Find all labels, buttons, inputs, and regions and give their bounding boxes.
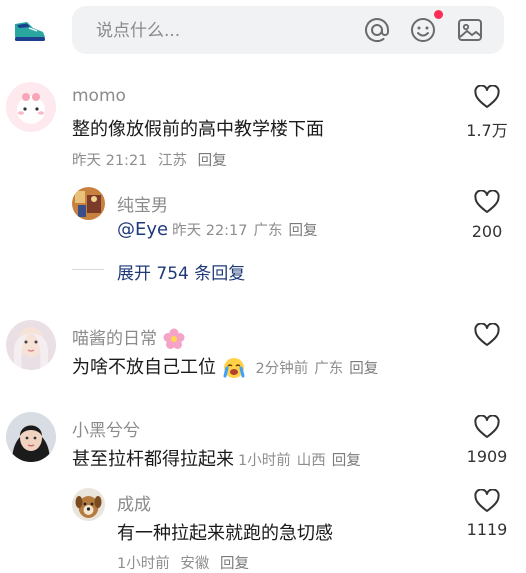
comment-location: 广东 — [314, 361, 344, 377]
notification-dot — [434, 10, 443, 19]
comment-time: 2分钟前 — [255, 361, 309, 377]
reply-button[interactable]: 回复 — [349, 361, 378, 377]
heart-outline-icon[interactable] — [474, 415, 500, 439]
reply-button[interactable]: 回复 — [332, 453, 361, 469]
reply-time: 昨天 22:17 — [172, 223, 248, 239]
reply-button[interactable]: 回复 — [289, 223, 318, 239]
comment-text-body: 甚至拉杆都得拉起来 — [72, 449, 234, 470]
avatar[interactable] — [72, 187, 105, 220]
reply-location: 广东 — [253, 223, 283, 239]
heart-outline-icon[interactable] — [474, 323, 500, 347]
like-count: 1119 — [466, 520, 508, 539]
comment-time: 1小时前 — [238, 453, 291, 469]
comment-location: 山西 — [296, 453, 326, 469]
heart-outline-icon[interactable] — [474, 85, 500, 109]
avatar[interactable] — [6, 412, 56, 462]
reply-location: 安徽 — [180, 556, 210, 572]
reply-time: 1小时前 — [117, 556, 170, 572]
comment-username[interactable]: 喵酱的日常 — [72, 324, 186, 351]
comment-text: 为啥不放自己工位 2分钟前 广东 回复 — [72, 353, 378, 380]
comment-meta: 1小时前 山西 回复 — [238, 453, 361, 469]
avatar[interactable] — [6, 82, 56, 132]
reply-username[interactable]: 纯宝男 — [117, 191, 168, 216]
reply-button[interactable]: 回复 — [220, 556, 249, 572]
comment-text: 甚至拉杆都得拉起来 1小时前 山西 回复 — [72, 445, 361, 471]
reply-text: @Eye 昨天 22:17 广东 回复 — [117, 219, 318, 240]
reply-button[interactable]: 回复 — [198, 153, 227, 169]
expand-replies-button[interactable]: 展开 754 条回复 — [117, 259, 245, 284]
search-input[interactable] — [94, 6, 348, 56]
divider — [72, 269, 104, 270]
comment-meta: 昨天 21:21 江苏 回复 — [72, 149, 227, 170]
at-icon[interactable] — [364, 17, 390, 43]
reply-meta: 昨天 22:17 广东 回复 — [172, 223, 317, 239]
top-bar — [0, 0, 526, 62]
comment-username[interactable]: momo — [72, 86, 126, 106]
like-count: 1.7万 — [466, 121, 508, 140]
reply-text: 有一种拉起来就跑的急切感 — [117, 523, 333, 544]
like-count: 200 — [471, 222, 503, 241]
comment-text-body: 为啥不放自己工位 — [72, 357, 216, 378]
mention-link[interactable]: @Eye — [117, 219, 168, 240]
crying-face-icon — [223, 358, 245, 378]
heart-outline-icon[interactable] — [474, 190, 500, 214]
heart-outline-icon[interactable] — [474, 489, 500, 513]
avatar[interactable] — [72, 488, 105, 521]
reply-meta: 1小时前 安徽 回复 — [117, 552, 249, 573]
comment-location: 江苏 — [158, 153, 188, 169]
comment-username[interactable]: 小黑兮兮 — [72, 416, 140, 441]
comment-time: 昨天 21:21 — [72, 153, 148, 169]
avatar[interactable] — [6, 320, 56, 370]
comment-meta: 2分钟前 广东 回复 — [255, 361, 378, 377]
sneaker-icon[interactable] — [13, 16, 47, 44]
reply-username[interactable]: 成成 — [117, 490, 151, 515]
image-icon[interactable] — [457, 17, 483, 43]
like-count: 1909 — [466, 447, 508, 466]
smiley-icon[interactable] — [410, 17, 436, 43]
cherry-blossom-icon — [163, 328, 185, 349]
comment-username-text: 喵酱的日常 — [72, 329, 157, 349]
comment-text: 整的像放假前的高中教学楼下面 — [72, 119, 324, 140]
